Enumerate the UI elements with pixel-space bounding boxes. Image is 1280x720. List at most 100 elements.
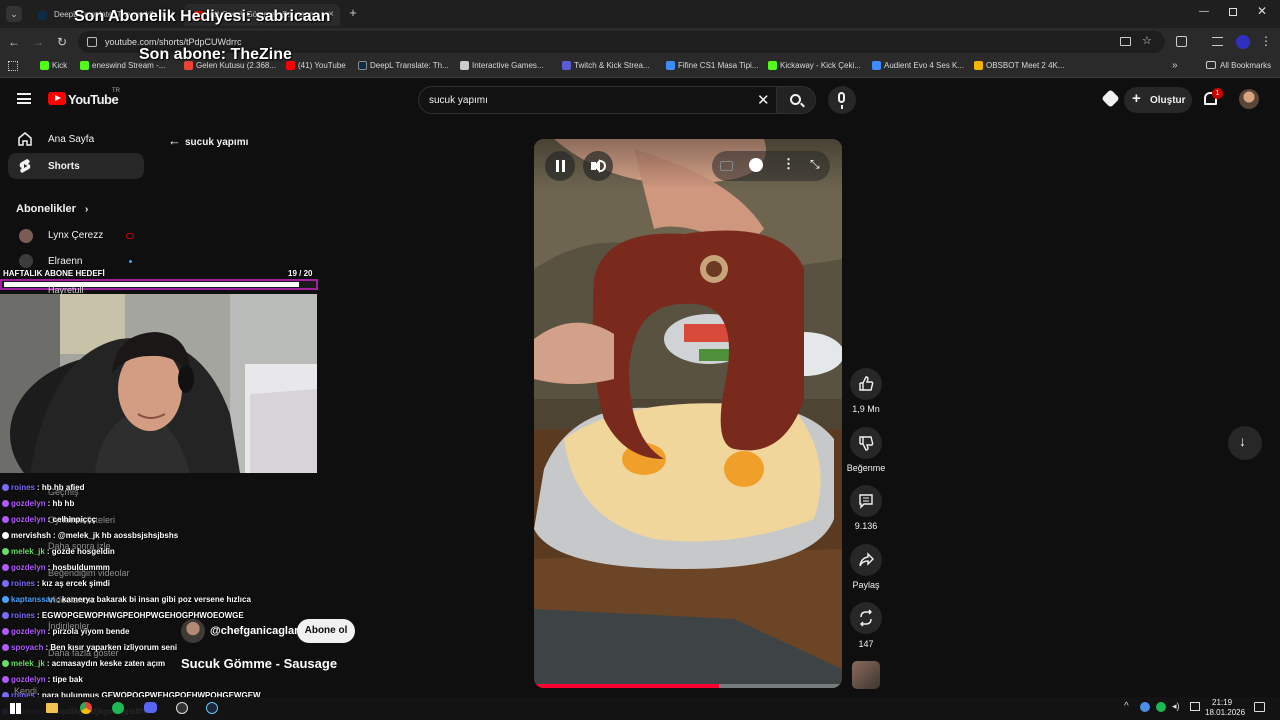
tray-sound-icon[interactable]: ◂) — [1172, 701, 1180, 712]
forward-arrow-icon[interactable]: → — [30, 34, 46, 50]
share-button[interactable] — [850, 544, 882, 576]
chat-username: roines — [11, 579, 36, 588]
close-window-icon[interactable]: ✕ — [1256, 5, 1268, 17]
sidebar-item-history-faint[interactable]: Geçmiş — [48, 487, 79, 497]
more-bookmarks-icon[interactable]: » — [1172, 60, 1178, 71]
channel-handle[interactable]: @chefganicaglar — [210, 625, 298, 637]
dislike-button[interactable] — [850, 427, 882, 459]
goal-count: 19 / 20 — [288, 269, 313, 278]
subscriptions-heading[interactable]: Abonelikler › — [16, 203, 88, 215]
comments-button[interactable] — [850, 485, 882, 517]
chevron-right-icon: › — [84, 204, 89, 215]
hamburger-menu-icon[interactable] — [17, 93, 31, 104]
goal-title: HAFTALIK ABONE HEDEFİ — [3, 269, 105, 278]
obs-icon[interactable] — [176, 702, 188, 714]
sidebar-item-shorts[interactable]: Shorts — [8, 153, 144, 179]
folder-icon — [1206, 61, 1216, 69]
all-bookmarks-folder[interactable]: All Bookmarks — [1206, 61, 1271, 70]
clock-time[interactable]: 21:19 — [1212, 698, 1232, 707]
account-avatar[interactable] — [1239, 89, 1259, 109]
spotify-icon[interactable] — [112, 702, 124, 714]
youtube-studio-icon[interactable] — [1101, 89, 1120, 108]
profile-avatar[interactable] — [1236, 35, 1250, 49]
tab-search-button[interactable]: ⌄ — [6, 6, 22, 22]
like-button[interactable] — [850, 368, 882, 400]
bookmark-item[interactable]: Kickaway - Kick Çeki... — [768, 61, 861, 70]
apps-grid-icon[interactable] — [8, 61, 18, 71]
thumbs-up-icon — [859, 376, 874, 391]
sidebar-item-home[interactable]: Ana Sayfa — [8, 126, 144, 152]
site-info-icon[interactable] — [87, 37, 97, 47]
channel-avatar — [19, 229, 33, 243]
create-button[interactable]: + Oluştur — [1124, 87, 1192, 113]
menu-dots-icon[interactable]: ⋮ — [1260, 34, 1272, 48]
steam-icon[interactable] — [206, 702, 218, 714]
minimize-icon[interactable]: — — [1198, 6, 1210, 18]
fullscreen-icon[interactable]: ⤡ — [810, 157, 820, 172]
kick-favicon-icon — [768, 61, 777, 70]
chat-text: : kız aş ercek şimdi — [37, 579, 110, 588]
extensions-icon[interactable] — [1176, 36, 1187, 47]
bookmark-item[interactable]: Audient Evo 4 Ses K... — [872, 61, 964, 70]
chat-text: : hb hb — [47, 499, 75, 508]
channel-avatar[interactable] — [181, 619, 205, 643]
sidebar-item-show-more-faint[interactable]: Daha fazla göster — [48, 648, 119, 658]
sidebar-item-liked-faint[interactable]: Beğendiğim videolar — [48, 568, 130, 578]
bookmark-item[interactable]: Kick — [40, 61, 67, 70]
sidebar-item-downloads-faint[interactable]: İndirilenler — [48, 621, 90, 631]
start-icon[interactable] — [10, 703, 21, 714]
more-options-icon[interactable]: ⋮ — [782, 156, 795, 172]
chrome-icon[interactable] — [80, 702, 92, 714]
sound-thumbnail[interactable] — [852, 661, 880, 689]
chat-badge-icon — [2, 532, 9, 539]
cast-icon[interactable] — [1120, 37, 1131, 46]
captions-icon[interactable] — [720, 161, 733, 171]
streamer-webcam-feed — [0, 294, 317, 473]
clear-search-icon[interactable]: ✕ — [757, 91, 770, 109]
restore-icon[interactable] — [1229, 8, 1237, 16]
chat-username: melek_jk — [11, 547, 45, 556]
tray-chevron-icon[interactable]: ^ — [1124, 701, 1129, 712]
tray-spotify-icon[interactable] — [1156, 702, 1166, 712]
tray-bluetooth-icon[interactable] — [1140, 702, 1150, 712]
sidebar-item-you-faint[interactable]: Kendi — [14, 686, 37, 696]
sidebar-item-playlists-faint[interactable]: Oynatma listeleri — [48, 515, 115, 525]
bookmark-item[interactable]: DeepL Translate: Th... — [358, 61, 449, 70]
last-subscriber-overlay: Son abone: TheZine — [139, 46, 292, 63]
remix-button[interactable] — [850, 602, 882, 634]
bookmark-item[interactable]: OBSBOT Meet 2 4K... — [974, 61, 1065, 70]
next-short-button[interactable]: ↓ — [1228, 426, 1262, 460]
video-progress-track[interactable] — [534, 684, 842, 688]
shorts-video-player[interactable]: ⋮ ⤡ — [534, 139, 842, 688]
clock-date[interactable]: 18.01.2026 — [1205, 708, 1245, 717]
pause-button[interactable] — [545, 151, 575, 181]
file-explorer-icon[interactable] — [46, 703, 58, 713]
search-input[interactable]: sucuk yapımı — [429, 95, 488, 106]
video-title[interactable]: Sucuk Gömme - Sausage — [181, 656, 337, 671]
bookmark-item[interactable]: (41) YouTube — [286, 61, 346, 70]
reload-icon[interactable]: ↻ — [54, 34, 70, 50]
back-arrow-icon[interactable]: ← — [6, 34, 22, 50]
sidebar-item-your-videos-faint[interactable]: Videolarınız — [48, 595, 95, 605]
settings-gear-icon[interactable] — [749, 158, 763, 172]
new-tab-button[interactable]: + — [346, 6, 360, 20]
bookmark-item[interactable]: Fifine CS1 Masa Tipi... — [666, 61, 758, 70]
pause-icon — [556, 160, 559, 172]
reading-list-icon[interactable] — [1212, 37, 1223, 46]
search-box[interactable]: sucuk yapımı ✕ — [418, 86, 781, 114]
voice-search-button[interactable] — [828, 86, 856, 114]
sidebar-sub-lynx[interactable]: Lynx Çerezz — [8, 225, 144, 247]
chat-text: : tipe bak — [47, 675, 83, 684]
sidebar-item-watch-later-faint[interactable]: Daha sonra izle — [48, 541, 111, 551]
search-button[interactable] — [776, 86, 816, 114]
bookmark-item[interactable]: Interactive Games... — [460, 61, 544, 70]
notification-center-icon[interactable] — [1254, 702, 1265, 712]
comments-count: 9.136 — [854, 521, 878, 531]
discord-icon[interactable] — [144, 702, 157, 713]
volume-button[interactable] — [583, 151, 613, 181]
back-to-search-link[interactable]: ← sucuk yapımı — [168, 133, 248, 148]
bookmark-star-icon[interactable]: ☆ — [1142, 34, 1152, 47]
tray-network-icon[interactable] — [1190, 702, 1200, 711]
bookmark-item[interactable]: Twitch & Kick Strea... — [562, 61, 650, 70]
subscribe-button[interactable]: Abone ol — [297, 619, 355, 643]
